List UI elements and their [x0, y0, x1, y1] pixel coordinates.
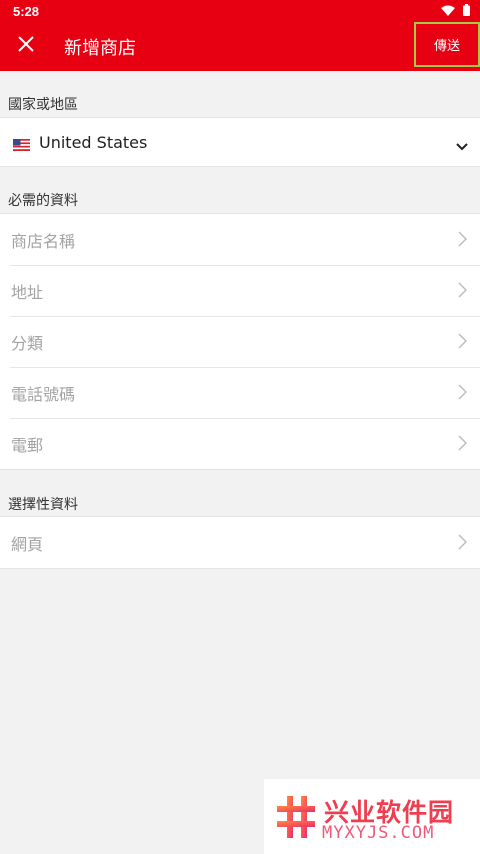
status-bar: 5:28	[0, 0, 480, 22]
us-flag-icon	[13, 136, 30, 155]
selected-country: United States	[39, 133, 148, 152]
chevron-down-icon	[456, 136, 468, 155]
watermark: 兴业软件园 MYXYJS.COM	[264, 779, 480, 854]
country-selector[interactable]: United States	[0, 118, 480, 166]
address-field[interactable]: 地址	[0, 265, 480, 316]
country-section-header: 國家或地區	[8, 97, 78, 113]
chevron-right-icon	[458, 231, 468, 251]
field-label: 分類	[11, 334, 44, 353]
app-toolbar: 新增商店 傳送	[0, 22, 480, 71]
email-field[interactable]: 電郵	[0, 418, 480, 469]
website-field[interactable]: 網頁	[0, 517, 480, 568]
optional-fields-card: 網頁	[0, 516, 480, 569]
store-name-field[interactable]: 商店名稱	[0, 214, 480, 265]
field-label: 電話號碼	[11, 385, 76, 404]
field-label: 網頁	[11, 535, 44, 554]
phone-field[interactable]: 電話號碼	[0, 367, 480, 418]
category-field[interactable]: 分類	[0, 316, 480, 367]
chevron-right-icon	[458, 435, 468, 455]
battery-icon	[463, 3, 470, 19]
wifi-icon	[441, 4, 455, 19]
status-time: 5:28	[13, 3, 40, 19]
chevron-right-icon	[458, 333, 468, 353]
hash-logo-icon	[277, 796, 315, 842]
chevron-right-icon	[458, 384, 468, 404]
page-title: 新增商店	[64, 38, 136, 59]
close-button[interactable]	[10, 30, 42, 62]
close-icon	[18, 36, 34, 56]
field-label: 商店名稱	[11, 232, 76, 251]
status-icons	[441, 3, 470, 19]
optional-section-header: 選擇性資料	[8, 497, 78, 513]
country-card: United States	[0, 117, 480, 167]
field-label: 地址	[11, 283, 44, 302]
chevron-right-icon	[458, 282, 468, 302]
required-fields-card: 商店名稱 地址 分類 電話號碼 電郵	[0, 213, 480, 470]
send-button[interactable]: 傳送	[414, 22, 480, 67]
chevron-right-icon	[458, 534, 468, 554]
field-label: 電郵	[11, 436, 44, 455]
watermark-subtitle: MYXYJS.COM	[322, 823, 435, 843]
required-section-header: 必需的資料	[8, 193, 78, 209]
